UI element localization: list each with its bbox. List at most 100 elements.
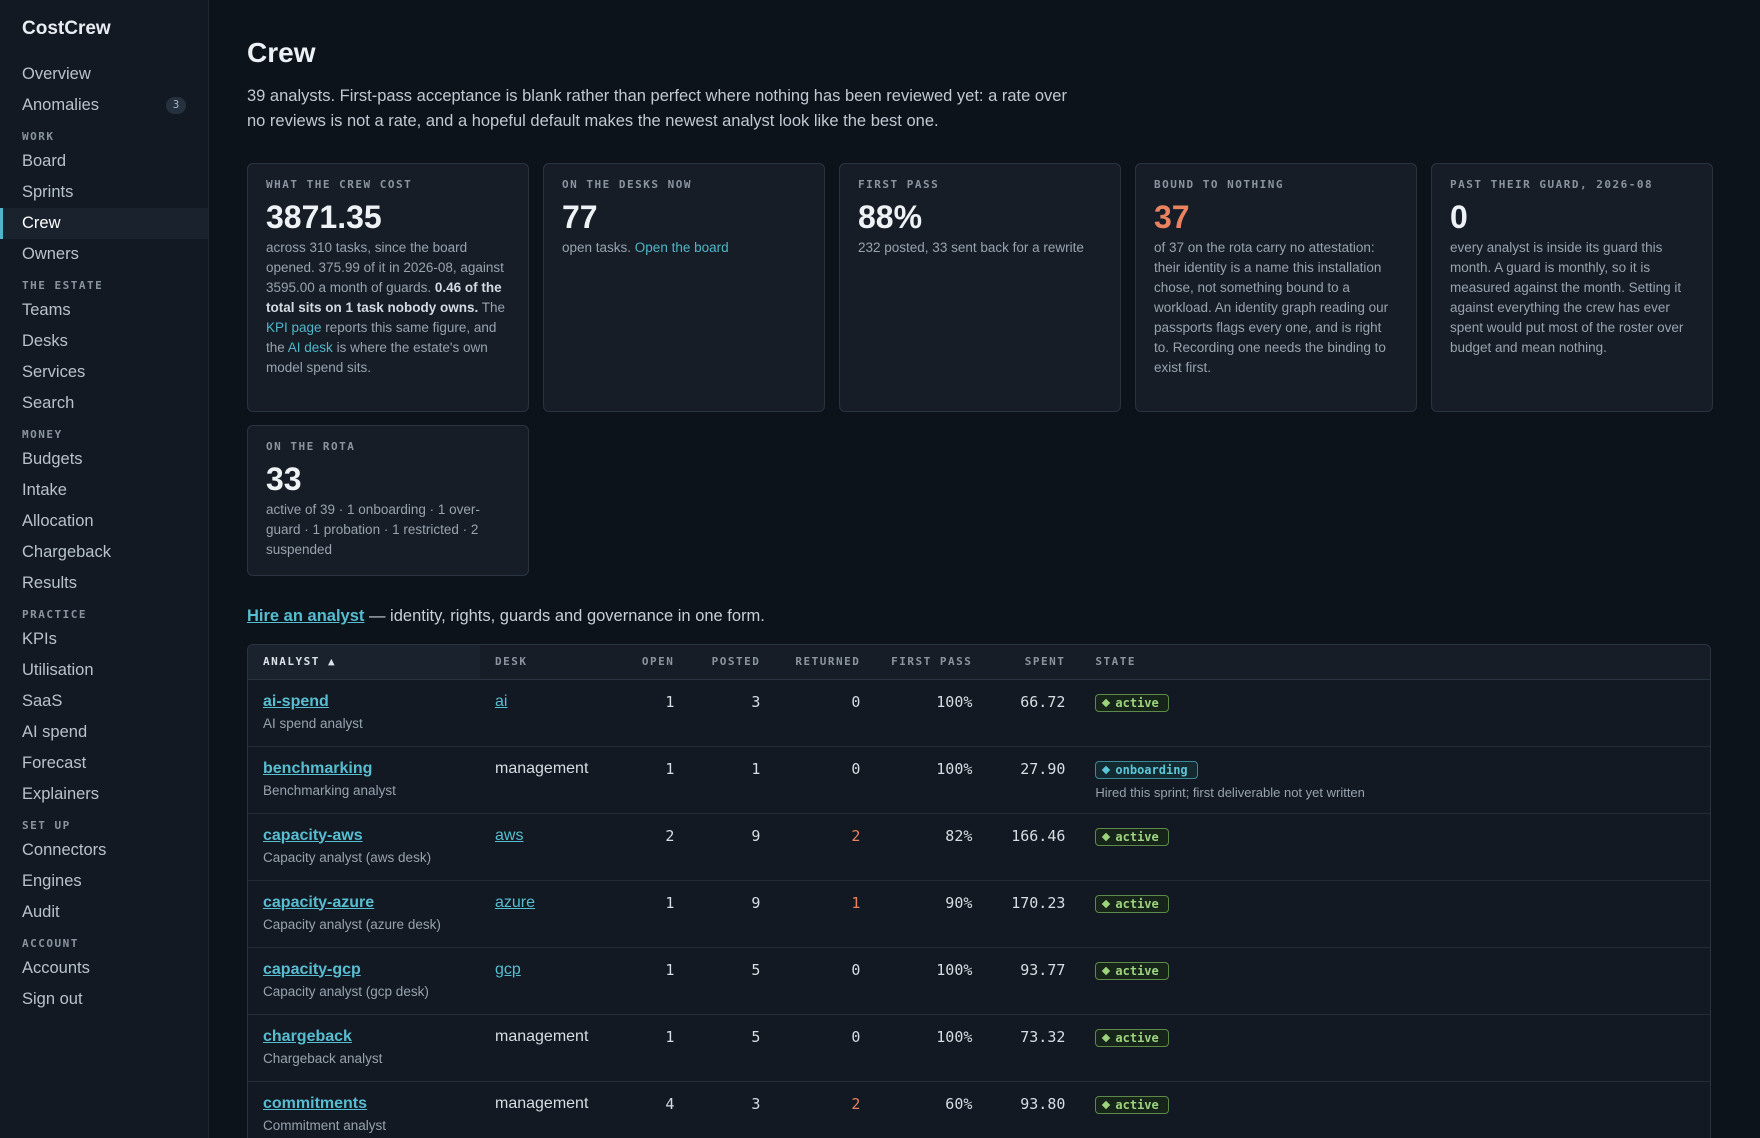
kpi-page-link[interactable]: KPI page bbox=[266, 320, 322, 335]
desk-cell: management bbox=[480, 746, 604, 814]
nav-item-sign-out[interactable]: Sign out bbox=[0, 984, 208, 1015]
returned-cell: 0 bbox=[775, 1014, 876, 1082]
state-cell: active bbox=[1080, 679, 1710, 747]
diamond-icon bbox=[1102, 966, 1111, 975]
nav-item-search[interactable]: Search bbox=[0, 388, 208, 419]
nav-item-services[interactable]: Services bbox=[0, 357, 208, 388]
analyst-link[interactable]: capacity-azure bbox=[263, 894, 465, 912]
diamond-icon bbox=[1102, 765, 1111, 774]
nav-item-desks[interactable]: Desks bbox=[0, 326, 208, 357]
status-label: active bbox=[1115, 829, 1159, 844]
desk-link[interactable]: azure bbox=[495, 894, 535, 911]
status-badge: active bbox=[1095, 1095, 1169, 1114]
nav-label: Results bbox=[22, 574, 78, 592]
brand-logo[interactable]: CostCrew bbox=[0, 16, 208, 42]
nav-item-connectors[interactable]: Connectors bbox=[0, 835, 208, 866]
desk-cell: gcp bbox=[480, 947, 604, 1015]
col-desk-header[interactable]: DESK bbox=[480, 645, 604, 680]
desk-cell: ai bbox=[480, 679, 604, 747]
nav-item-saas[interactable]: SaaS bbox=[0, 686, 208, 717]
table-header-row: ANALYST ▲ DESK OPEN POSTED RETURNED FIRS… bbox=[248, 645, 1710, 680]
nav-item-board[interactable]: Board bbox=[0, 146, 208, 177]
diamond-icon bbox=[1102, 832, 1111, 841]
card-text: 232 posted, 33 sent back for a rewrite bbox=[858, 240, 1084, 255]
desk-link[interactable]: aws bbox=[495, 827, 523, 844]
posted-cell: 5 bbox=[689, 1014, 776, 1082]
nav-item-intake[interactable]: Intake bbox=[0, 475, 208, 506]
nav-label: Forecast bbox=[22, 754, 87, 772]
nav-item-utilisation[interactable]: Utilisation bbox=[0, 655, 208, 686]
nav-item-budgets[interactable]: Budgets bbox=[0, 444, 208, 475]
nav-sections: WORK Board Sprints Crew Owners THE ESTATE Team… bbox=[0, 121, 208, 1015]
main-content: Crew 39 analysts. First-pass acceptance … bbox=[209, 0, 1760, 1138]
nav-item-sprints[interactable]: Sprints bbox=[0, 177, 208, 208]
desk-link[interactable]: gcp bbox=[495, 961, 521, 978]
table-row: capacity-gcp Capacity analyst (gcp desk) g… bbox=[248, 947, 1710, 1015]
nav-item-owners[interactable]: Owners bbox=[0, 239, 208, 270]
analyst-link[interactable]: chargeback bbox=[263, 1028, 465, 1046]
analyst-role: Capacity analyst (azure desk) bbox=[263, 916, 441, 932]
col-analyst-header[interactable]: ANALYST ▲ bbox=[248, 645, 480, 680]
nav-item-allocation[interactable]: Allocation bbox=[0, 506, 208, 537]
returned-cell: 1 bbox=[775, 880, 876, 948]
card-value: 3871.35 bbox=[266, 199, 382, 235]
analyst-cell: capacity-gcp Capacity analyst (gcp desk) bbox=[248, 947, 480, 1015]
col-returned-header[interactable]: RETURNED bbox=[775, 645, 876, 680]
col-open-header[interactable]: OPEN bbox=[603, 645, 690, 680]
nav-section-title: SET UP bbox=[22, 819, 71, 832]
returned-cell: 0 bbox=[775, 679, 876, 747]
posted-cell: 1 bbox=[689, 746, 776, 814]
status-badge: active bbox=[1095, 827, 1169, 846]
analyst-link[interactable]: capacity-aws bbox=[263, 827, 465, 845]
card-label: ON THE ROTA bbox=[266, 440, 356, 453]
nav-item-kpis[interactable]: KPIs bbox=[0, 624, 208, 655]
desk-link[interactable]: ai bbox=[495, 693, 507, 710]
analyst-role: Chargeback analyst bbox=[263, 1050, 383, 1066]
analyst-link[interactable]: benchmarking bbox=[263, 760, 465, 778]
analyst-cell: capacity-aws Capacity analyst (aws desk) bbox=[248, 813, 480, 881]
card-text: of 37 on the rota carry no attestation: … bbox=[1154, 240, 1389, 375]
analyst-role: Commitment analyst bbox=[263, 1117, 387, 1133]
ai-desk-link[interactable]: AI desk bbox=[288, 340, 333, 355]
nav-item-engines[interactable]: Engines bbox=[0, 866, 208, 897]
table-row: ai-spend AI spend analyst ai 1 3 0 100% 66.72 ac… bbox=[248, 679, 1710, 747]
nav-label: Allocation bbox=[22, 512, 94, 530]
nav-label: Board bbox=[22, 152, 67, 170]
col-spent-header[interactable]: SPENT bbox=[987, 645, 1081, 680]
nav-item-explainers[interactable]: Explainers bbox=[0, 779, 208, 810]
nav-item-anomalies[interactable]: Anomalies 3 bbox=[0, 90, 208, 121]
card-label: PAST THEIR GUARD, 2026-08 bbox=[1450, 178, 1654, 191]
nav-item-chargeback[interactable]: Chargeback bbox=[0, 537, 208, 568]
analyst-role: Capacity analyst (aws desk) bbox=[263, 849, 432, 865]
analyst-link[interactable]: commitments bbox=[263, 1095, 465, 1113]
nav-item-forecast[interactable]: Forecast bbox=[0, 748, 208, 779]
nav-item-results[interactable]: Results bbox=[0, 568, 208, 599]
nav-label: Chargeback bbox=[22, 543, 111, 561]
analyst-cell: capacity-azure Capacity analyst (azure de… bbox=[248, 880, 480, 948]
col-posted-header[interactable]: POSTED bbox=[689, 645, 776, 680]
analyst-cell: commitments Commitment analyst bbox=[248, 1081, 480, 1138]
analyst-cell: ai-spend AI spend analyst bbox=[248, 679, 480, 747]
nav-label: KPIs bbox=[22, 630, 57, 648]
col-state-header[interactable]: STATE bbox=[1080, 645, 1710, 680]
state-cell: active bbox=[1080, 1081, 1710, 1138]
col-first-pass-header[interactable]: FIRST PASS bbox=[875, 645, 988, 680]
nav-item-ai-spend[interactable]: AI spend bbox=[0, 717, 208, 748]
first-pass-cell: 100% bbox=[875, 679, 988, 747]
hire-analyst-link[interactable]: Hire an analyst bbox=[247, 607, 364, 625]
status-label: active bbox=[1115, 896, 1159, 911]
nav-item-audit[interactable]: Audit bbox=[0, 897, 208, 928]
nav-item-teams[interactable]: Teams bbox=[0, 295, 208, 326]
open-board-link[interactable]: Open the board bbox=[635, 240, 729, 255]
analyst-link[interactable]: capacity-gcp bbox=[263, 961, 465, 979]
table-row: capacity-aws Capacity analyst (aws desk) a… bbox=[248, 813, 1710, 881]
analyst-link[interactable]: ai-spend bbox=[263, 693, 465, 711]
nav-label: Search bbox=[22, 394, 75, 412]
page-intro: 39 analysts. First-pass acceptance is bl… bbox=[247, 87, 1067, 130]
nav-item-overview[interactable]: Overview bbox=[0, 59, 208, 90]
hire-line: Hire an analyst — identity, rights, guar… bbox=[247, 607, 1721, 626]
returned-cell: 2 bbox=[775, 1081, 876, 1138]
card-value: 0 bbox=[1450, 199, 1468, 235]
nav-item-crew[interactable]: Crew bbox=[0, 208, 208, 239]
nav-item-accounts[interactable]: Accounts bbox=[0, 953, 208, 984]
